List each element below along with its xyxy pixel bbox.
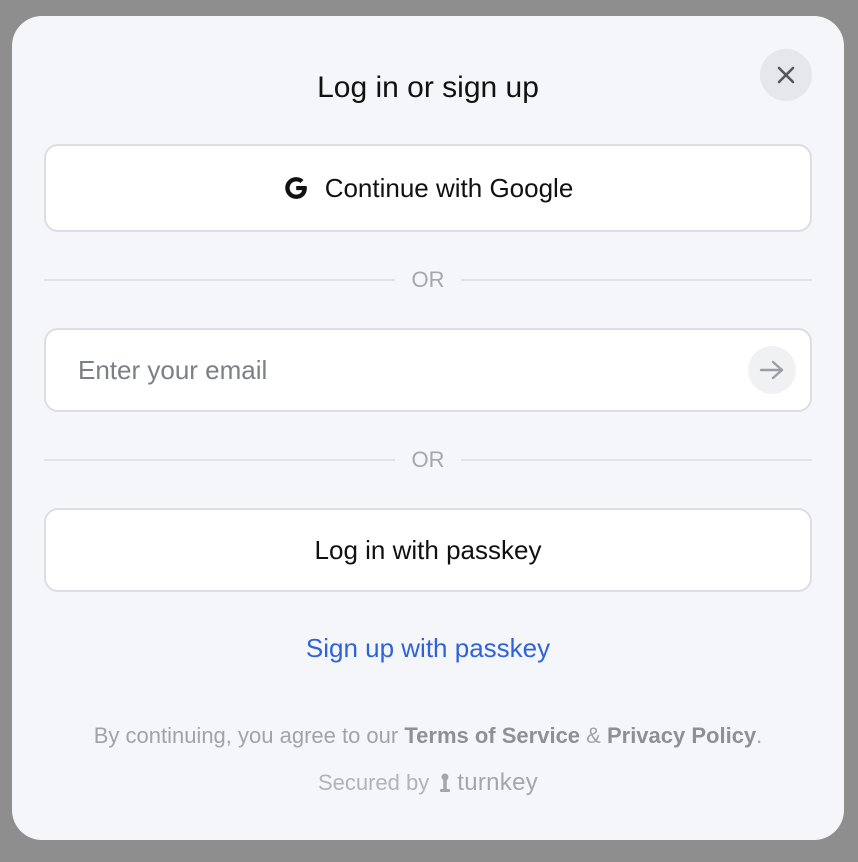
continue-with-google-button[interactable]: Continue with Google [44,144,812,232]
divider-line [44,279,395,281]
login-with-passkey-button[interactable]: Log in with passkey [44,508,812,592]
google-button-label: Continue with Google [324,172,574,203]
secured-by-footer: Secured by turnkey [12,768,844,798]
legal-notice: By continuing, you agree to our Terms of… [12,720,844,752]
email-field-container [44,328,812,412]
turnkey-brand: turnkey [457,769,539,796]
legal-prefix: By continuing, you agree to our [93,723,405,748]
signup-with-passkey-link[interactable]: Sign up with passkey [12,630,844,666]
login-modal: Log in or sign up Continue with Google O… [12,16,844,840]
legal-and: & [580,723,607,748]
secured-by-label: Secured by [317,770,430,795]
divider-line [44,459,395,461]
or-divider: OR [44,445,812,475]
privacy-policy-link[interactable]: Privacy Policy [607,723,756,748]
legal-suffix: . [756,723,763,748]
modal-title: Log in or sign up [317,71,539,104]
email-submit-button[interactable] [748,346,796,394]
divider-label: OR [411,447,445,472]
close-button[interactable] [760,49,812,101]
turnkey-logo-icon [439,772,451,794]
divider-label: OR [411,267,445,292]
email-input[interactable] [46,330,736,410]
arrow-right-icon [759,359,785,381]
passkey-button-label: Log in with passkey [314,534,542,565]
or-divider: OR [44,265,812,295]
terms-of-service-link[interactable]: Terms of Service [404,723,580,748]
google-icon [283,175,309,201]
close-icon [777,66,795,84]
divider-line [461,279,812,281]
divider-line [461,459,812,461]
